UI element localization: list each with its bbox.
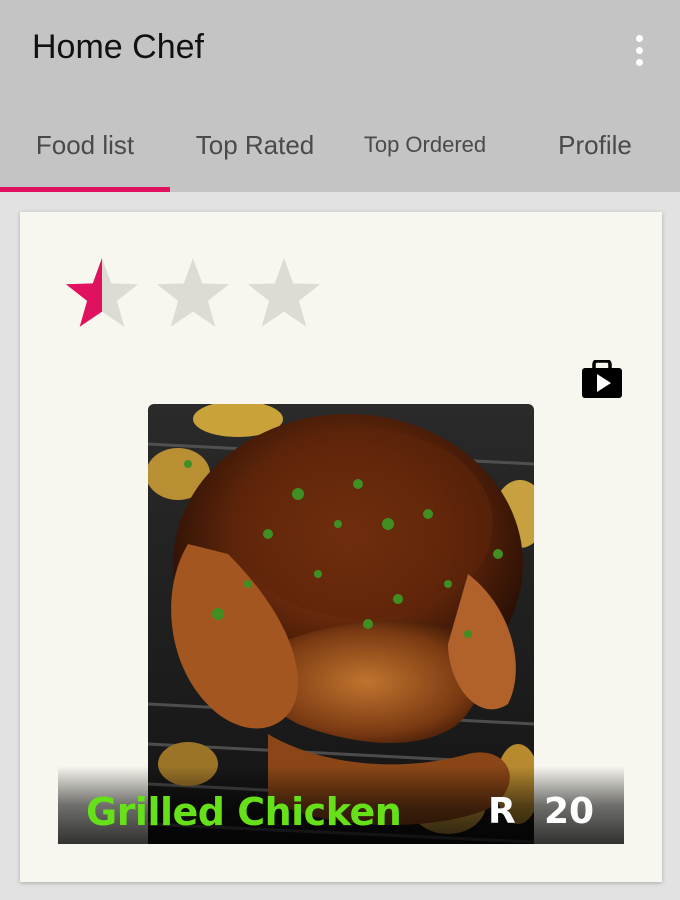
star-icon-1[interactable] bbox=[65, 258, 139, 327]
shopping-bag-play-icon[interactable] bbox=[580, 359, 624, 400]
app-title: Home Chef bbox=[32, 28, 204, 66]
star-icon-2[interactable] bbox=[156, 258, 230, 327]
star-icon-3[interactable] bbox=[247, 258, 321, 327]
more-vert-icon[interactable] bbox=[622, 30, 656, 70]
tab-profile[interactable]: Profile bbox=[510, 98, 680, 192]
rating-bar[interactable] bbox=[62, 256, 332, 332]
tab-food-list[interactable]: Food list bbox=[0, 98, 170, 192]
price-currency: R bbox=[488, 791, 516, 832]
tab-top-rated[interactable]: Top Rated bbox=[170, 98, 340, 192]
food-name: Grilled Chicken bbox=[86, 790, 402, 834]
tab-top-ordered[interactable]: Top Ordered bbox=[340, 98, 510, 192]
tab-bar: Food list Top Rated Top Ordered Profile bbox=[0, 98, 680, 192]
app-bar: Home Chef bbox=[0, 0, 680, 98]
price-value: 20 bbox=[544, 791, 595, 832]
